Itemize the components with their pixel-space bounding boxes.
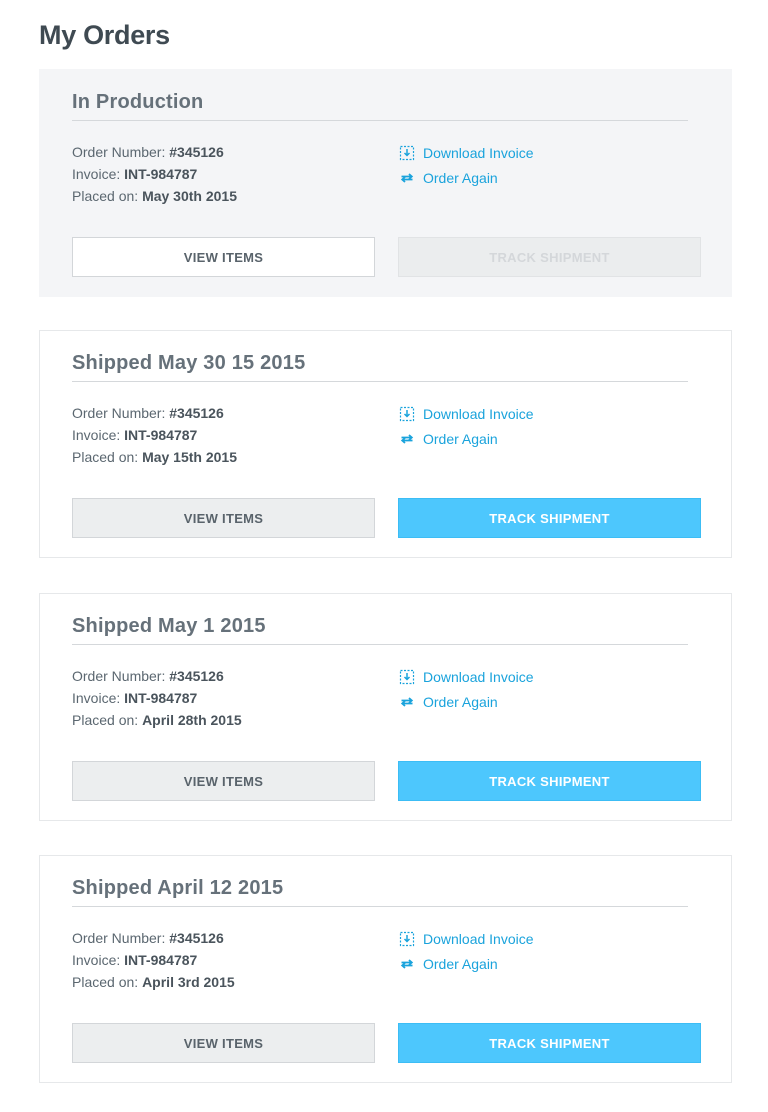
placed-on-value: April 3rd 2015 — [142, 974, 235, 990]
invoice-row: Invoice: INT-984787 — [72, 687, 242, 709]
view-items-button[interactable]: VIEW ITEMS — [72, 498, 375, 538]
order-again-label: Order Again — [423, 955, 498, 972]
download-icon — [399, 406, 415, 422]
invoice-label: Invoice: — [72, 952, 121, 968]
download-icon — [399, 931, 415, 947]
order-actions: Download Invoice Order Again — [399, 401, 534, 451]
order-card: Shipped May 1 2015 Order Number: #345126… — [39, 593, 732, 821]
order-number-label: Order Number: — [72, 668, 166, 684]
download-invoice-link[interactable]: Download Invoice — [399, 926, 534, 951]
order-number-row: Order Number: #345126 — [72, 402, 237, 424]
download-invoice-label: Download Invoice — [423, 930, 534, 947]
order-details: Order Number: #345126 Invoice: INT-98478… — [72, 402, 237, 468]
order-status-title: In Production — [72, 91, 688, 121]
invoice-label: Invoice: — [72, 166, 121, 182]
invoice-value: INT-984787 — [124, 166, 198, 182]
invoice-value: INT-984787 — [124, 690, 198, 706]
track-shipment-button: TRACK SHIPMENT — [398, 237, 701, 277]
order-card: Shipped May 30 15 2015 Order Number: #34… — [39, 330, 732, 558]
order-status-title: Shipped April 12 2015 — [72, 877, 688, 907]
refresh-icon — [399, 170, 415, 186]
order-actions: Download Invoice Order Again — [399, 664, 534, 714]
download-invoice-link[interactable]: Download Invoice — [399, 401, 534, 426]
order-again-link[interactable]: Order Again — [399, 689, 534, 714]
order-number-value: #345126 — [169, 405, 224, 421]
order-card: In Production Order Number: #345126 Invo… — [39, 69, 732, 297]
order-details: Order Number: #345126 Invoice: INT-98478… — [72, 141, 237, 207]
page-title: My Orders — [39, 20, 170, 50]
track-shipment-button[interactable]: TRACK SHIPMENT — [398, 498, 701, 538]
invoice-row: Invoice: INT-984787 — [72, 949, 235, 971]
order-number-value: #345126 — [169, 668, 224, 684]
order-again-link[interactable]: Order Again — [399, 165, 534, 190]
invoice-label: Invoice: — [72, 690, 121, 706]
download-icon — [399, 669, 415, 685]
placed-on-row: Placed on: May 15th 2015 — [72, 446, 237, 468]
placed-on-row: Placed on: April 28th 2015 — [72, 709, 242, 731]
invoice-row: Invoice: INT-984787 — [72, 163, 237, 185]
placed-on-value: May 30th 2015 — [142, 188, 238, 204]
placed-on-row: Placed on: May 30th 2015 — [72, 185, 237, 207]
download-invoice-label: Download Invoice — [423, 144, 534, 161]
placed-on-value: April 28th 2015 — [142, 712, 242, 728]
placed-on-label: Placed on: — [72, 188, 139, 204]
placed-on-label: Placed on: — [72, 974, 139, 990]
order-again-label: Order Again — [423, 430, 498, 447]
order-number-value: #345126 — [169, 930, 224, 946]
placed-on-row: Placed on: April 3rd 2015 — [72, 971, 235, 993]
refresh-icon — [399, 956, 415, 972]
order-actions: Download Invoice Order Again — [399, 140, 534, 190]
refresh-icon — [399, 694, 415, 710]
view-items-button[interactable]: VIEW ITEMS — [72, 761, 375, 801]
invoice-value: INT-984787 — [124, 952, 198, 968]
order-card: Shipped April 12 2015 Order Number: #345… — [39, 855, 732, 1083]
order-details: Order Number: #345126 Invoice: INT-98478… — [72, 665, 242, 731]
placed-on-label: Placed on: — [72, 449, 139, 465]
order-again-link[interactable]: Order Again — [399, 951, 534, 976]
order-status-title: Shipped May 30 15 2015 — [72, 352, 688, 382]
order-details: Order Number: #345126 Invoice: INT-98478… — [72, 927, 235, 993]
download-invoice-label: Download Invoice — [423, 405, 534, 422]
placed-on-value: May 15th 2015 — [142, 449, 238, 465]
order-again-link[interactable]: Order Again — [399, 426, 534, 451]
download-invoice-link[interactable]: Download Invoice — [399, 664, 534, 689]
download-icon — [399, 145, 415, 161]
order-number-label: Order Number: — [72, 930, 166, 946]
order-number-label: Order Number: — [72, 144, 166, 160]
order-number-value: #345126 — [169, 144, 224, 160]
order-number-row: Order Number: #345126 — [72, 927, 235, 949]
order-number-row: Order Number: #345126 — [72, 141, 237, 163]
order-status-title: Shipped May 1 2015 — [72, 615, 688, 645]
download-invoice-label: Download Invoice — [423, 668, 534, 685]
order-number-row: Order Number: #345126 — [72, 665, 242, 687]
track-shipment-button[interactable]: TRACK SHIPMENT — [398, 761, 701, 801]
order-again-label: Order Again — [423, 693, 498, 710]
order-actions: Download Invoice Order Again — [399, 926, 534, 976]
placed-on-label: Placed on: — [72, 712, 139, 728]
view-items-button[interactable]: VIEW ITEMS — [72, 237, 375, 277]
invoice-row: Invoice: INT-984787 — [72, 424, 237, 446]
order-again-label: Order Again — [423, 169, 498, 186]
track-shipment-button[interactable]: TRACK SHIPMENT — [398, 1023, 701, 1063]
download-invoice-link[interactable]: Download Invoice — [399, 140, 534, 165]
invoice-label: Invoice: — [72, 427, 121, 443]
order-number-label: Order Number: — [72, 405, 166, 421]
invoice-value: INT-984787 — [124, 427, 198, 443]
view-items-button[interactable]: VIEW ITEMS — [72, 1023, 375, 1063]
refresh-icon — [399, 431, 415, 447]
